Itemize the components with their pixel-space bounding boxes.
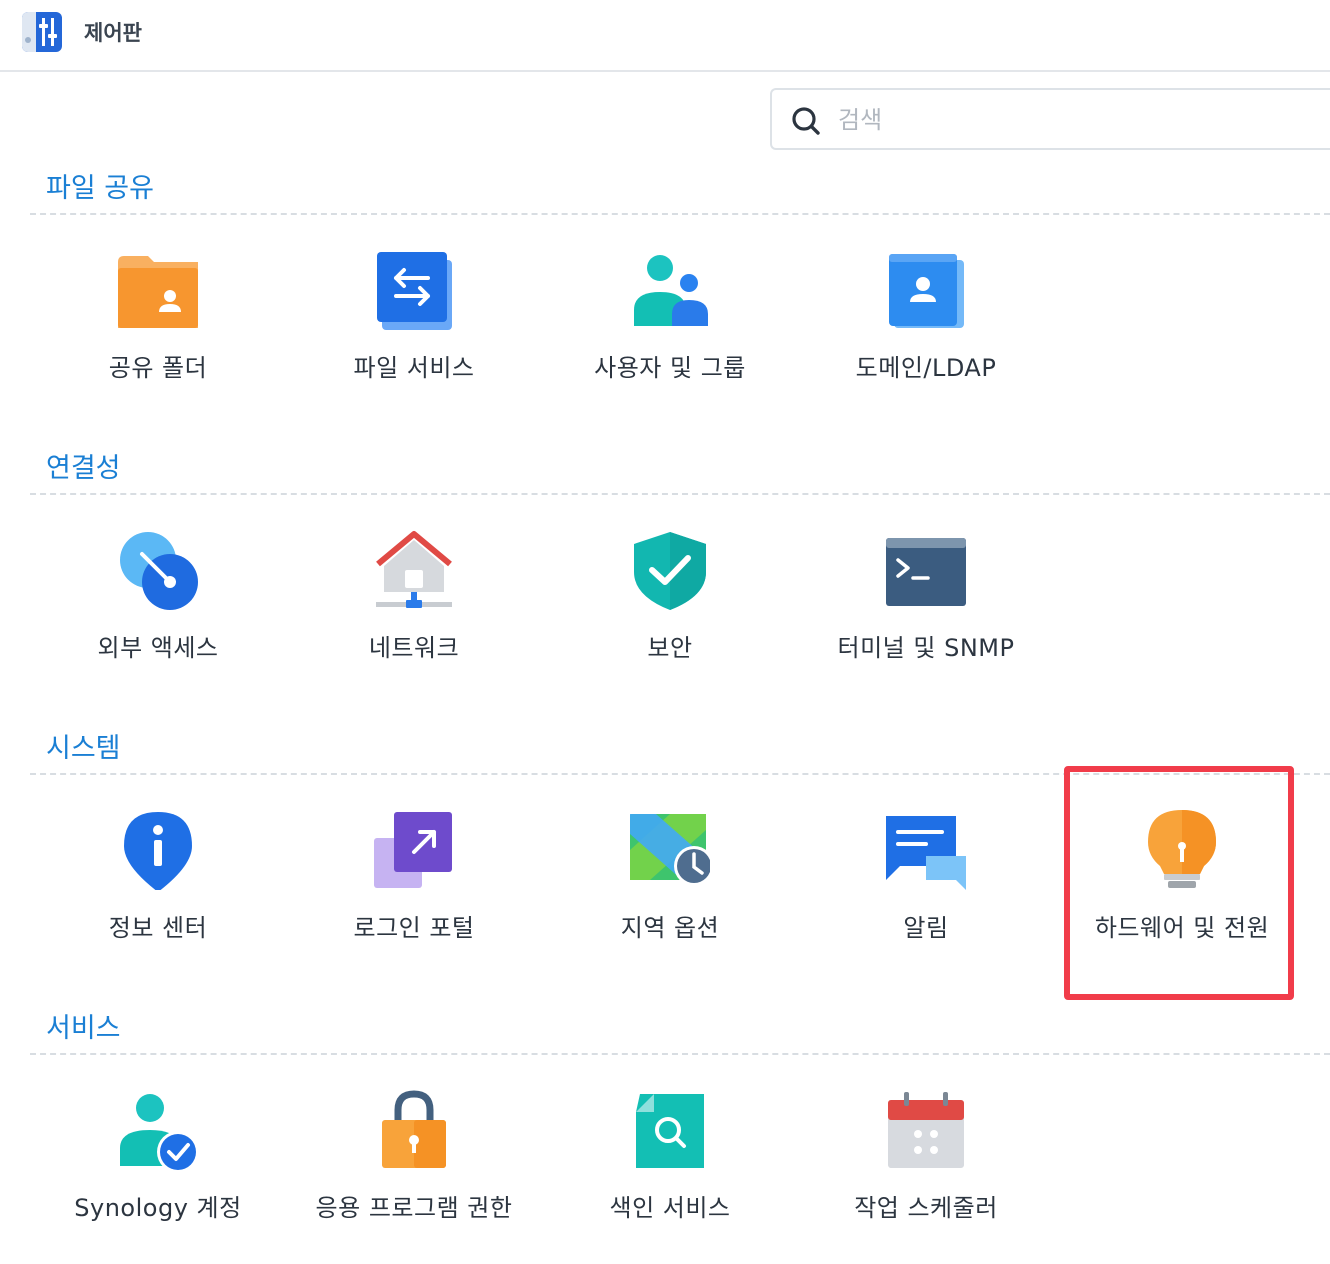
tile-label: 알림 [903, 914, 949, 942]
shared-folder-icon [118, 256, 198, 328]
section-divider [30, 213, 1330, 215]
section-title-connectivity: 연결성 [46, 453, 121, 484]
tile-regional-options[interactable]: 지역 옵션 [555, 810, 785, 960]
section-title-file-sharing: 파일 공유 [46, 173, 154, 204]
search-input[interactable] [836, 100, 1320, 140]
tile-synology-account[interactable]: Synology 계정 [43, 1090, 273, 1240]
tile-label: 네트워크 [368, 634, 460, 662]
user-group-icon [634, 255, 708, 326]
external-access-icon [120, 532, 198, 610]
synology-account-icon [120, 1094, 198, 1170]
tile-label: 지역 옵션 [620, 914, 720, 942]
terminal-icon [886, 538, 966, 606]
tile-label: 도메인/LDAP [855, 354, 997, 382]
regional-options-icon [630, 814, 710, 886]
section-title-system: 시스템 [46, 733, 121, 764]
tile-shared-folder[interactable]: 공유 폴더 [43, 250, 273, 400]
file-services-icon [377, 252, 452, 330]
tile-domain-ldap[interactable]: 도메인/LDAP [811, 250, 1041, 400]
search-icon [792, 107, 820, 135]
highlight-box [1064, 766, 1294, 1000]
tile-label: 색인 서비스 [609, 1194, 731, 1222]
tile-external-access[interactable]: 외부 액세스 [43, 530, 273, 680]
app-privileges-lock-icon [382, 1090, 446, 1168]
tile-indexing-service[interactable]: 색인 서비스 [555, 1090, 785, 1240]
tile-label: 작업 스케줄러 [854, 1194, 998, 1222]
section-title-services: 서비스 [46, 1013, 121, 1044]
tile-info-center[interactable]: 정보 센터 [43, 810, 273, 960]
tile-network[interactable]: 네트워크 [299, 530, 529, 680]
search-box[interactable] [770, 88, 1330, 150]
tile-task-scheduler[interactable]: 작업 스케줄러 [811, 1090, 1041, 1240]
tile-login-portal[interactable]: 로그인 포털 [299, 810, 529, 960]
control-panel-app-icon [22, 12, 62, 52]
task-scheduler-calendar-icon [888, 1092, 964, 1168]
network-icon [376, 531, 452, 608]
tile-label: 외부 액세스 [97, 634, 219, 662]
window-title: 제어판 [84, 21, 142, 45]
security-shield-icon [634, 532, 706, 610]
tile-file-services[interactable]: 파일 서비스 [299, 250, 529, 400]
tile-label: Synology 계정 [74, 1194, 242, 1222]
tile-label: 정보 센터 [108, 914, 208, 942]
tile-notification[interactable]: 알림 [811, 810, 1041, 960]
section-divider [30, 1053, 1330, 1055]
domain-ldap-icon [889, 254, 964, 328]
tile-app-privileges[interactable]: 응용 프로그램 권한 [299, 1090, 529, 1240]
tile-label: 사용자 및 그룹 [594, 354, 746, 382]
login-portal-icon [374, 812, 452, 888]
info-center-icon [124, 812, 192, 890]
tile-terminal-snmp[interactable]: 터미널 및 SNMP [811, 530, 1041, 680]
tile-label: 로그인 포털 [353, 914, 475, 942]
tile-label: 파일 서비스 [353, 354, 475, 382]
title-bar: 제어판 [0, 0, 1330, 72]
indexing-service-icon [636, 1094, 704, 1168]
tile-security[interactable]: 보안 [555, 530, 785, 680]
tile-label: 공유 폴더 [108, 354, 208, 382]
tile-label: 보안 [647, 634, 693, 662]
tile-label: 응용 프로그램 권한 [315, 1194, 513, 1222]
tile-label: 터미널 및 SNMP [837, 634, 1015, 662]
section-divider [30, 493, 1330, 495]
tile-user-group[interactable]: 사용자 및 그룹 [555, 250, 785, 400]
notification-icon [886, 816, 966, 890]
